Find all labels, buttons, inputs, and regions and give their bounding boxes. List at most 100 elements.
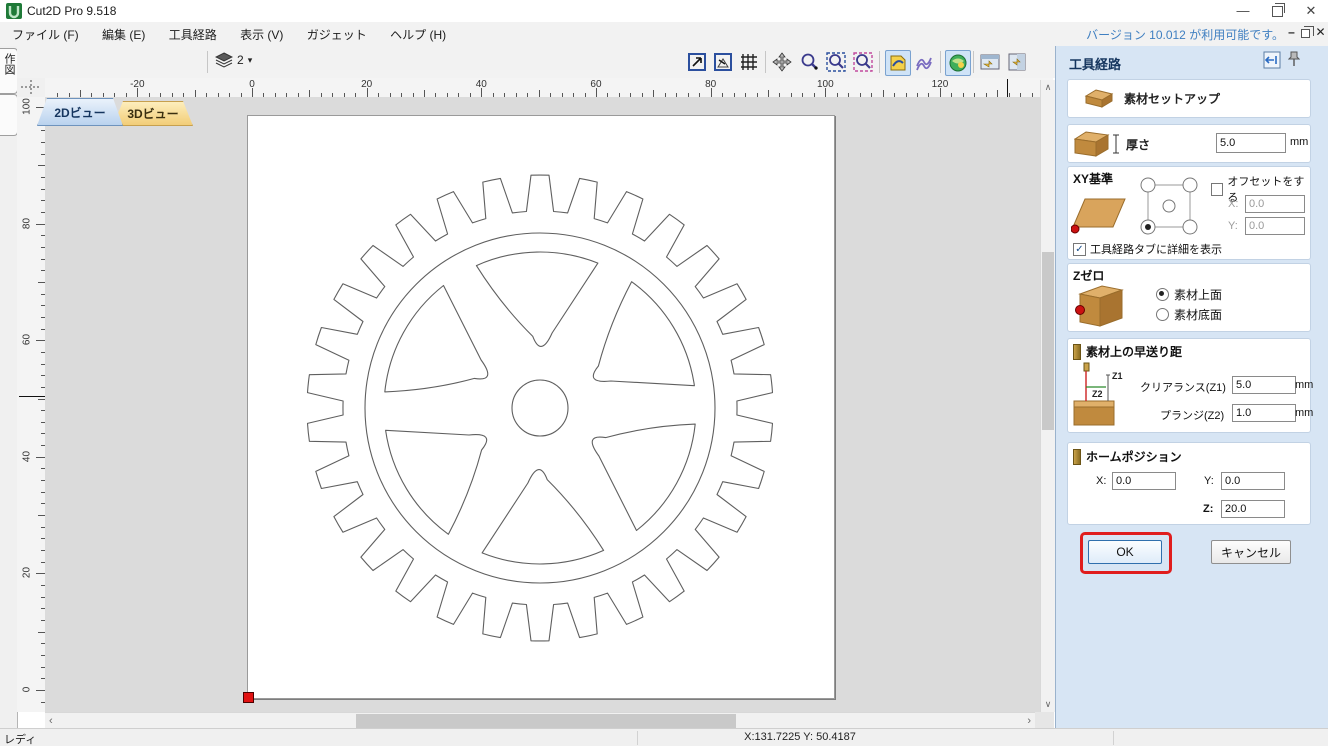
- left-tab-strip: [0, 46, 18, 728]
- v-ruler-cursor-marker: [19, 396, 45, 397]
- thickness-card: 厚さ 5.0 mm: [1067, 124, 1311, 163]
- cursor-coordinates: X:131.7225 Y: 50.4187: [620, 731, 980, 743]
- pane-minimize-button[interactable]: –: [1285, 25, 1298, 39]
- drawing-vertical-tab[interactable]: 作図: [0, 48, 18, 94]
- thickness-label: 厚さ: [1126, 136, 1150, 153]
- menu-file[interactable]: ファイル (F): [2, 22, 89, 47]
- tool-bit-icon: [1073, 344, 1081, 360]
- thickness-unit: mm: [1290, 136, 1308, 148]
- pane-close-button[interactable]: ✕: [1314, 25, 1327, 39]
- clearance-z1-unit: mm: [1295, 379, 1313, 391]
- clearance-z1-label: クリアランス(Z1): [1140, 379, 1226, 395]
- toolpath-drawing-icon[interactable]: [912, 50, 936, 74]
- show-detail-checkbox[interactable]: ✓ 工具経路タブに詳細を表示: [1073, 241, 1222, 257]
- show-detail-checkbox-box[interactable]: ✓: [1073, 243, 1086, 256]
- z-zero-bottom-radio[interactable]: 素材底面: [1156, 306, 1222, 323]
- secondary-vertical-tab[interactable]: [0, 94, 18, 136]
- scroll-right-icon[interactable]: ›: [1027, 715, 1031, 727]
- vertical-ruler: 100806040200: [17, 97, 46, 712]
- cancel-button[interactable]: キャンセル: [1211, 540, 1291, 564]
- xy-datum-position-selector[interactable]: [1136, 175, 1204, 239]
- material-setup-card[interactable]: 素材セットアップ: [1067, 79, 1311, 118]
- plunge-z2-unit: mm: [1295, 407, 1313, 419]
- rapid-gaps-diagram-icon: Z1 Z2: [1072, 361, 1138, 427]
- zoom-box-icon[interactable]: [851, 50, 875, 74]
- z-zero-top-radio-dot[interactable]: [1156, 288, 1169, 301]
- offset-y-input[interactable]: 0.0: [1245, 217, 1305, 235]
- toolbar-separator: [765, 51, 766, 73]
- home-z-input[interactable]: 20.0: [1221, 500, 1285, 518]
- pan-view-icon[interactable]: [770, 50, 794, 74]
- restore-button[interactable]: [1260, 0, 1294, 22]
- home-z-label: Z:: [1203, 503, 1213, 515]
- zoom-interactive-icon[interactable]: [797, 50, 821, 74]
- dock-panel-icon[interactable]: [1263, 51, 1281, 69]
- scroll-left-icon[interactable]: ‹: [49, 715, 53, 727]
- menu-help[interactable]: ヘルプ (H): [380, 22, 456, 47]
- scroll-down-icon[interactable]: ∨: [1041, 699, 1055, 710]
- home-x-input[interactable]: 0.0: [1112, 472, 1176, 490]
- ruler-origin-box[interactable]: [17, 78, 46, 98]
- ok-button[interactable]: OK: [1088, 540, 1162, 564]
- plunge-z2-input[interactable]: 1.0: [1232, 404, 1296, 422]
- gear-vector-drawing[interactable]: [45, 97, 1040, 712]
- horizontal-scrollbar[interactable]: ‹ ›: [45, 712, 1035, 729]
- save-toolpaths-world-icon[interactable]: [945, 50, 971, 76]
- wood-block-icon: [1084, 88, 1114, 109]
- offset-checkbox-box[interactable]: [1211, 183, 1223, 196]
- clearance-z1-input[interactable]: 5.0: [1232, 376, 1296, 394]
- pane-restore-button[interactable]: [1299, 25, 1312, 39]
- offset-y-label: Y:: [1228, 220, 1238, 232]
- home-y-input[interactable]: 0.0: [1221, 472, 1285, 490]
- pin-icon[interactable]: [1288, 51, 1300, 67]
- home-position-header: ホームポジション: [1073, 448, 1182, 465]
- menu-edit[interactable]: 編集 (E): [92, 22, 155, 47]
- grid-toggle-icon[interactable]: [737, 50, 761, 74]
- v-ruler-label: 20: [22, 563, 33, 583]
- menu-toolpath[interactable]: 工具経路: [159, 22, 227, 47]
- menu-view[interactable]: 表示 (V): [230, 22, 293, 47]
- rapid-gaps-card: 素材上の早送り距 Z1 Z2 クリアランス(Z1) 5.0 mm プランジ(Z2…: [1067, 338, 1311, 433]
- pane-restore-icon: [1301, 29, 1310, 38]
- toolbar-separator: [973, 51, 974, 73]
- rapid-gaps-title: 素材上の早送り距: [1086, 343, 1182, 360]
- z-zero-top-label: 素材上面: [1174, 286, 1222, 303]
- scroll-up-icon[interactable]: ∧: [1041, 82, 1055, 93]
- horizontal-scroll-thumb[interactable]: [356, 714, 736, 728]
- svg-text:Z2: Z2: [1092, 389, 1103, 399]
- tab-3d-view[interactable]: 3Dビュー: [113, 101, 193, 126]
- layer-selector[interactable]: 2 ▾: [215, 52, 252, 68]
- xy-datum-card: XY基準 オフセットをする X: 0.0 Y: 0.0: [1067, 166, 1311, 260]
- home-x-label: X:: [1096, 475, 1106, 487]
- menu-gadget[interactable]: ガジェット: [297, 22, 377, 47]
- toolbar-separator: [207, 51, 208, 73]
- minimize-button[interactable]: —: [1226, 0, 1260, 22]
- tile-windows-vertical-icon[interactable]: [1005, 50, 1029, 74]
- z-zero-bottom-radio-dot[interactable]: [1156, 308, 1169, 321]
- thickness-input[interactable]: 5.0: [1216, 133, 1286, 153]
- home-position-title: ホームポジション: [1086, 448, 1182, 465]
- window-title: Cut2D Pro 9.518: [27, 4, 116, 18]
- toolpath-panel: 工具経路 素材セットアップ 厚さ: [1055, 46, 1328, 728]
- preview-toolpaths-icon[interactable]: [885, 50, 911, 76]
- zoom-to-drawing-icon[interactable]: [711, 50, 735, 74]
- zoom-selected-icon[interactable]: [824, 50, 848, 74]
- offset-x-input[interactable]: 0.0: [1245, 195, 1305, 213]
- z-zero-top-radio[interactable]: 素材上面: [1156, 286, 1222, 303]
- drawing-canvas[interactable]: [45, 97, 1040, 712]
- svg-text:Z1: Z1: [1112, 371, 1123, 381]
- tab-2d-view[interactable]: 2Dビュー: [37, 98, 123, 126]
- home-position-card: ホームポジション X: 0.0 Y: 0.0 Z: 20.0: [1067, 442, 1311, 525]
- app-logo-icon: [6, 3, 22, 19]
- version-update-link[interactable]: バージョン 10.012 が利用可能です。: [1086, 26, 1284, 43]
- z-zero-bottom-label: 素材底面: [1174, 306, 1222, 323]
- tool-bit-icon: [1073, 449, 1081, 465]
- layer-count: 2: [237, 53, 244, 67]
- vertical-scroll-thumb[interactable]: [1042, 252, 1054, 430]
- tile-windows-horizontal-icon[interactable]: [978, 50, 1002, 74]
- close-button[interactable]: ✕: [1294, 0, 1328, 22]
- toolbar: 2Dビュー 3Dビュー 2 ▾: [17, 46, 1055, 78]
- vertical-scrollbar[interactable]: ∧ ∨: [1040, 80, 1055, 712]
- zoom-extents-icon[interactable]: [685, 50, 709, 74]
- xy-origin-marker[interactable]: [243, 692, 254, 703]
